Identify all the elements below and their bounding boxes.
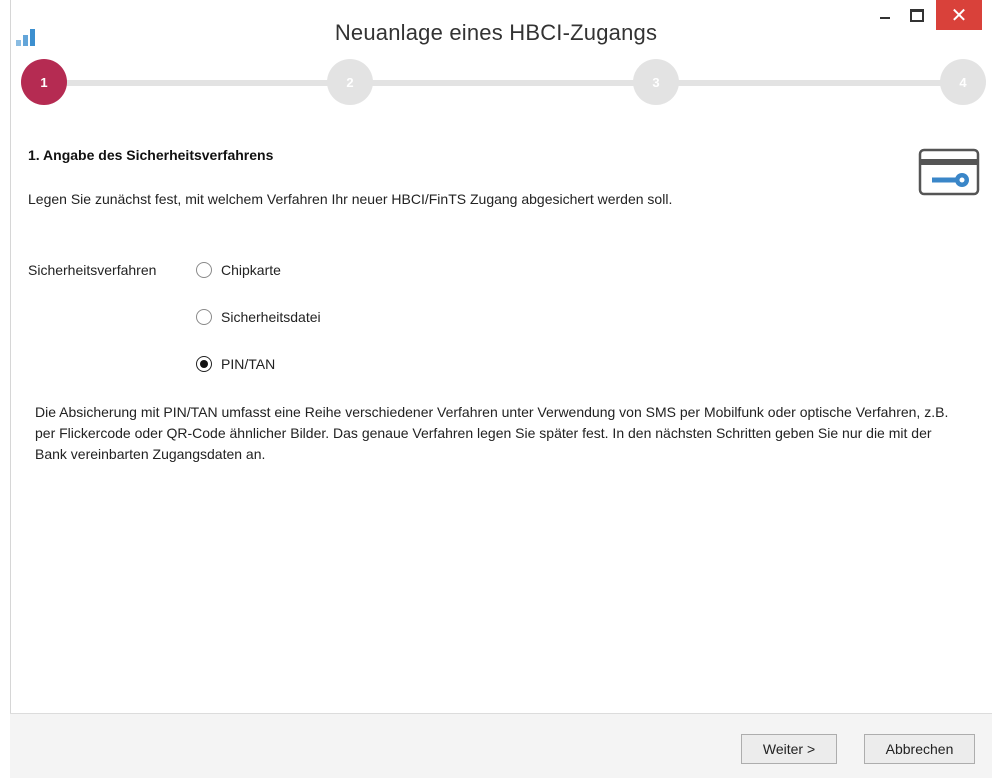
step-3: 3: [633, 59, 679, 105]
radio-label: Chipkarte: [221, 262, 281, 278]
maximize-button[interactable]: [902, 0, 932, 30]
section-heading: 1. Angabe des Sicherheitsverfahrens: [28, 147, 274, 163]
window-border: [10, 0, 11, 778]
intro-text: Legen Sie zunächst fest, mit welchem Ver…: [28, 191, 673, 207]
radio-button[interactable]: [196, 262, 212, 278]
minimize-icon: [880, 17, 890, 19]
wizard-stepper: 1 2 3 4: [0, 58, 992, 108]
maximize-icon: [910, 8, 924, 22]
radio-label: PIN/TAN: [221, 356, 276, 372]
card-key-icon: [918, 148, 980, 196]
close-button[interactable]: ✕: [936, 0, 982, 30]
security-method-label: Sicherheitsverfahren: [28, 262, 157, 278]
step-4: 4: [940, 59, 986, 105]
minimize-button[interactable]: [870, 0, 900, 30]
radio-label: Sicherheitsdatei: [221, 309, 321, 325]
stepper-track: [44, 80, 974, 86]
dialog-window: Neuanlage eines HBCI-Zugangs ✕ 1 2 3 4 1…: [0, 0, 992, 778]
radio-button[interactable]: [196, 309, 212, 325]
window-title: Neuanlage eines HBCI-Zugangs: [334, 20, 658, 45]
radio-button-checked[interactable]: [196, 356, 212, 372]
step-2: 2: [327, 59, 373, 105]
next-button[interactable]: Weiter >: [741, 734, 837, 764]
title-bar[interactable]: Neuanlage eines HBCI-Zugangs ✕: [0, 0, 992, 62]
radio-option-sicherheitsdatei[interactable]: Sicherheitsdatei: [196, 307, 321, 327]
radio-option-chipkarte[interactable]: Chipkarte: [196, 260, 281, 280]
radio-option-pin-tan[interactable]: PIN/TAN: [196, 354, 275, 374]
footer-bar: [10, 714, 992, 778]
close-icon: ✕: [950, 3, 968, 27]
method-description: Die Absicherung mit PIN/TAN umfasst eine…: [35, 404, 949, 462]
cancel-button[interactable]: Abbrechen: [864, 734, 975, 764]
step-1: 1: [21, 59, 67, 105]
